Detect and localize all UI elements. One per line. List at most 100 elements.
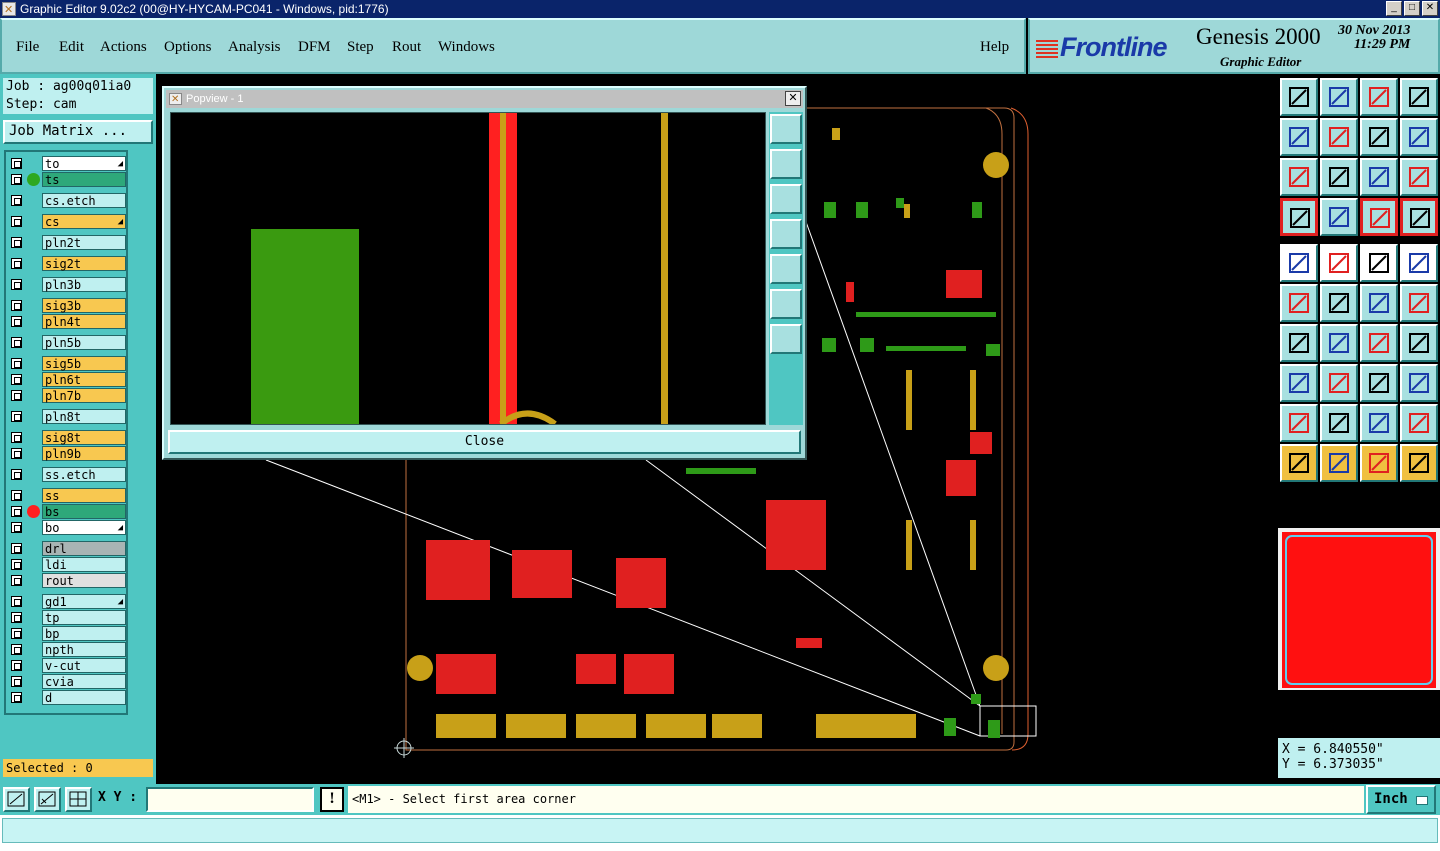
layer-row-pln3b[interactable]: pln3b bbox=[8, 277, 126, 292]
layer-name[interactable]: pln3b bbox=[42, 277, 126, 292]
layer-name[interactable]: ss bbox=[42, 488, 126, 503]
drop-button[interactable] bbox=[1320, 78, 1358, 116]
layer-row-sig2t[interactable]: sig2t bbox=[8, 256, 126, 271]
layer-row-tp[interactable]: tp bbox=[8, 610, 126, 625]
layer-name[interactable]: npth bbox=[42, 642, 126, 657]
layer-checkbox[interactable] bbox=[11, 676, 22, 687]
board-minimap[interactable] bbox=[1278, 528, 1440, 690]
layer-checkbox[interactable] bbox=[11, 374, 22, 385]
layer-row-ts[interactable]: ts bbox=[8, 172, 126, 187]
layer-name[interactable]: ldi bbox=[42, 557, 126, 572]
fit-button[interactable] bbox=[1280, 158, 1318, 196]
layer-checkbox[interactable] bbox=[11, 559, 22, 570]
layer-checkbox[interactable] bbox=[11, 300, 22, 311]
popview-close-x[interactable]: ✕ bbox=[785, 91, 801, 106]
layer-name[interactable]: pln8t bbox=[42, 409, 126, 424]
layer-checkbox[interactable] bbox=[11, 432, 22, 443]
layer-checkbox[interactable] bbox=[11, 237, 22, 248]
command-input[interactable] bbox=[2, 818, 1438, 843]
pointer-alt-button[interactable] bbox=[1360, 444, 1398, 482]
scale-button[interactable] bbox=[1360, 158, 1398, 196]
layer-name[interactable]: sig8t bbox=[42, 430, 126, 445]
layer-row-ss.etch[interactable]: ss.etch bbox=[8, 467, 126, 482]
layer-checkbox[interactable] bbox=[11, 216, 22, 227]
minimize-button[interactable]: _ bbox=[1386, 1, 1402, 16]
layer-name[interactable]: pln7b bbox=[42, 388, 126, 403]
layer-name[interactable]: sig2t bbox=[42, 256, 126, 271]
arc-button[interactable] bbox=[1360, 324, 1398, 362]
layer-checkbox[interactable] bbox=[11, 575, 22, 586]
layer-row-cs[interactable]: cs ◢ bbox=[8, 214, 126, 229]
pad-button[interactable] bbox=[1280, 244, 1318, 282]
layer-name[interactable]: bo ◢ bbox=[42, 520, 126, 535]
dot-button[interactable] bbox=[1400, 244, 1438, 282]
circle-button[interactable] bbox=[1400, 364, 1438, 402]
layer-row-pln6t[interactable]: pln6t bbox=[8, 372, 126, 387]
pv-zoom-in-button[interactable] bbox=[770, 289, 802, 319]
layer-row-pln9b[interactable]: pln9b bbox=[8, 446, 126, 461]
menu-dfm[interactable]: DFM bbox=[298, 39, 331, 56]
layer-checkbox[interactable] bbox=[11, 316, 22, 327]
layer-name[interactable]: pln6t bbox=[42, 372, 126, 387]
layer-name[interactable]: bs bbox=[42, 504, 126, 519]
xy-input[interactable] bbox=[146, 787, 314, 812]
home-button[interactable] bbox=[1360, 78, 1398, 116]
menu-help[interactable]: Help bbox=[980, 39, 1009, 56]
layer-row-sig3b[interactable]: sig3b bbox=[8, 298, 126, 313]
layer-row-cvia[interactable]: cvia bbox=[8, 674, 126, 689]
layer-checkbox[interactable] bbox=[11, 692, 22, 703]
layer-checkbox[interactable] bbox=[11, 506, 22, 517]
layer-checkbox[interactable] bbox=[11, 644, 22, 655]
layer-checkbox[interactable] bbox=[11, 448, 22, 459]
layer-checkbox[interactable] bbox=[11, 279, 22, 290]
layer-checkbox[interactable] bbox=[11, 628, 22, 639]
menu-edit[interactable]: Edit bbox=[59, 39, 84, 56]
polygon-button[interactable] bbox=[1320, 244, 1358, 282]
layer-checkbox[interactable] bbox=[11, 411, 22, 422]
layer-name[interactable]: gd1 ◢ bbox=[42, 594, 126, 609]
pv-pan-up-button[interactable] bbox=[770, 149, 802, 179]
layer-row-drl[interactable]: drl bbox=[8, 541, 126, 556]
zoom-center-button[interactable] bbox=[1320, 158, 1358, 196]
zoom-window-button[interactable] bbox=[3, 787, 30, 812]
layer-checkbox[interactable] bbox=[11, 490, 22, 501]
menu-actions[interactable]: Actions bbox=[100, 39, 147, 56]
cross-button[interactable] bbox=[1320, 284, 1358, 322]
tools-button[interactable] bbox=[1280, 198, 1318, 236]
layer-name[interactable]: pln9b bbox=[42, 446, 126, 461]
menu-options[interactable]: Options bbox=[164, 39, 212, 56]
right-panel-button[interactable] bbox=[1320, 118, 1358, 156]
fetch-button[interactable] bbox=[1280, 78, 1318, 116]
layer-name[interactable]: cs.etch bbox=[42, 193, 126, 208]
message-icon[interactable]: ! bbox=[320, 787, 344, 812]
ruler-button[interactable] bbox=[1360, 244, 1398, 282]
layer-row-ldi[interactable]: ldi bbox=[8, 557, 126, 572]
split-view-button[interactable] bbox=[1400, 78, 1438, 116]
help-button[interactable] bbox=[1400, 158, 1438, 196]
layer-row-rout[interactable]: rout bbox=[8, 573, 126, 588]
minus-button[interactable] bbox=[1320, 364, 1358, 402]
measure-button[interactable] bbox=[1360, 364, 1398, 402]
layer-name[interactable]: ss.etch bbox=[42, 467, 126, 482]
layer-name[interactable]: pln5b bbox=[42, 335, 126, 350]
left-panel-button[interactable] bbox=[1280, 118, 1318, 156]
popview-canvas[interactable] bbox=[170, 112, 766, 427]
layer-name[interactable]: to ◢ bbox=[42, 156, 126, 171]
layer-row-pln2t[interactable]: pln2t bbox=[8, 235, 126, 250]
pv-pan-down-button[interactable] bbox=[770, 184, 802, 214]
select-red2-button[interactable] bbox=[1400, 198, 1438, 236]
pv-pan-left-button[interactable] bbox=[770, 219, 802, 249]
swap-button[interactable] bbox=[1360, 118, 1398, 156]
layer-name[interactable]: rout bbox=[42, 573, 126, 588]
layer-name[interactable]: drl bbox=[42, 541, 126, 556]
layer-name[interactable]: ts bbox=[42, 172, 126, 187]
layer-row-bs[interactable]: bs bbox=[8, 504, 126, 519]
pv-zoom-out-button[interactable] bbox=[770, 324, 802, 354]
layer-row-bo[interactable]: bo ◢ bbox=[8, 520, 126, 535]
job-matrix-button[interactable]: Job Matrix ... bbox=[3, 120, 153, 144]
layer-checkbox[interactable] bbox=[11, 522, 22, 533]
unit-selector[interactable]: Inch bbox=[1366, 785, 1436, 814]
fill-button[interactable] bbox=[1400, 324, 1438, 362]
layer-checkbox[interactable] bbox=[11, 337, 22, 348]
layer-checkbox[interactable] bbox=[11, 612, 22, 623]
